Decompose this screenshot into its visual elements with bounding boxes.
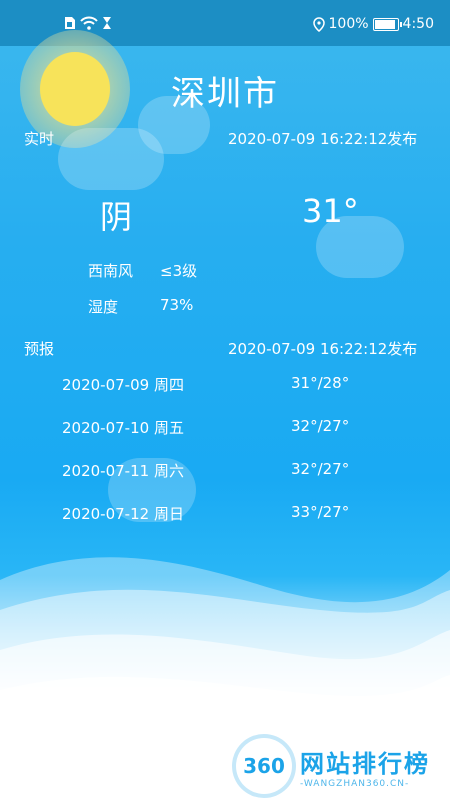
logo-name: 网站排行榜 [300,749,430,778]
logo-badge: 360 [236,738,292,794]
logo-url: -WANGZHAN360.CN- [300,778,410,789]
forecast-published-time: 2020-07-09 16:22:12发布 [228,340,418,358]
forecast-temp: 32°/27° [291,460,350,478]
status-time: 4:50 [402,16,434,32]
forecast-row: 2020-07-09 周四 31°/28° [62,374,422,398]
forecast-row: 2020-07-11 周六 32°/27° [62,460,422,484]
forecast-date: 2020-07-10 周五 [62,419,184,437]
hourglass-icon [103,17,111,29]
realtime-label: 实时 [24,130,55,148]
status-icons-right: 100% 4:50 [312,16,434,32]
forecast-row: 2020-07-10 周五 32°/27° [62,417,422,441]
forecast-row: 2020-07-12 周日 33°/27° [62,503,422,527]
battery-percent: 100% [328,16,369,32]
humidity-label: 湿度 [88,298,119,316]
forecast-temp: 32°/27° [291,417,350,435]
wifi-icon [80,16,98,30]
weather-condition: 阴 [100,198,133,236]
city-title: 深圳市 [171,74,279,114]
forecast-date: 2020-07-12 周日 [62,505,184,523]
wind-value: ≤3级 [160,262,198,280]
forecast-temp: 31°/28° [291,374,350,392]
realtime-published-time: 2020-07-09 16:22:12发布 [228,130,418,148]
humidity-value: 73% [160,296,194,314]
forecast-date: 2020-07-11 周六 [62,462,184,480]
current-temperature: 31° [302,192,359,230]
status-icons-left [64,16,112,30]
logo-text: 网站排行榜 -WANGZHAN360.CN- [300,744,430,789]
battery-icon [372,17,402,31]
forecast-date: 2020-07-09 周四 [62,376,184,394]
watermark-logo: 360 网站排行榜 -WANGZHAN360.CN- [236,738,430,794]
location-icon [312,16,325,32]
sim-icon [65,17,75,29]
forecast-temp: 33°/27° [291,503,350,521]
wind-label: 西南风 [88,262,134,280]
forecast-label: 预报 [24,340,55,358]
